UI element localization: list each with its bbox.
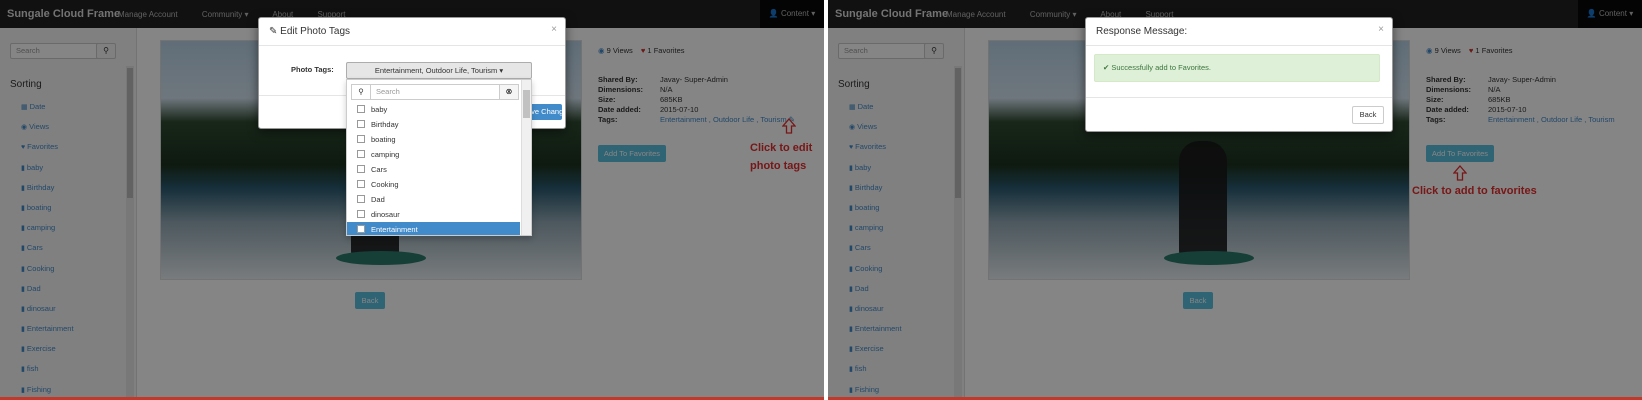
tag-search-input[interactable]: ⚲ Search bbox=[351, 84, 500, 100]
right-screenshot: Sungale Cloud Frame Manage Account Commu… bbox=[828, 0, 1642, 400]
modal-footer-divider bbox=[1086, 97, 1392, 98]
checkbox-checked[interactable] bbox=[357, 225, 365, 233]
tag-option[interactable]: Dad bbox=[347, 192, 520, 207]
dropdown-scrollbar[interactable] bbox=[521, 80, 531, 235]
left-screenshot: Sungale Cloud Frame Manage Account Commu… bbox=[0, 0, 824, 400]
checkbox[interactable] bbox=[357, 180, 365, 188]
checkbox[interactable] bbox=[357, 120, 365, 128]
checkbox[interactable] bbox=[357, 135, 365, 143]
tag-option[interactable]: Birthday bbox=[347, 117, 520, 132]
modal-back-button[interactable]: Back bbox=[1352, 106, 1384, 124]
search-icon: ⚲ bbox=[352, 85, 371, 99]
clear-icon: ⊗ bbox=[505, 87, 513, 96]
tag-option[interactable]: camping bbox=[347, 147, 520, 162]
edit-icon: ✎ bbox=[269, 26, 278, 37]
checkbox[interactable] bbox=[357, 210, 365, 218]
checkbox[interactable] bbox=[357, 150, 365, 158]
modal-divider bbox=[259, 45, 565, 46]
close-icon[interactable]: × bbox=[1378, 24, 1384, 35]
response-modal: Response Message: × ✔ Successfully add t… bbox=[1085, 17, 1393, 132]
modal-title: Response Message: bbox=[1096, 26, 1188, 37]
tag-options: baby Birthday boating camping Cars Cooki… bbox=[347, 102, 520, 235]
photo-tags-menu: ⚲ Search ⊗ baby Birthday boating camping … bbox=[346, 79, 532, 236]
photo-tags-dropdown[interactable]: Entertainment, Outdoor Life, Tourism ▾ bbox=[346, 62, 532, 79]
checkbox[interactable] bbox=[357, 195, 365, 203]
clear-search-button[interactable]: ⊗ bbox=[499, 84, 519, 100]
tag-option-selected[interactable]: Entertainment bbox=[347, 222, 520, 235]
modal-divider bbox=[1086, 45, 1392, 46]
tag-option[interactable]: boating bbox=[347, 132, 520, 147]
photo-tags-label: Photo Tags: bbox=[291, 65, 334, 74]
checkbox[interactable] bbox=[357, 165, 365, 173]
tag-option[interactable]: Cooking bbox=[347, 177, 520, 192]
scrollbar-thumb[interactable] bbox=[523, 90, 530, 118]
tag-option[interactable]: Cars bbox=[347, 162, 520, 177]
checkbox[interactable] bbox=[357, 105, 365, 113]
tag-option[interactable]: dinosaur bbox=[347, 207, 520, 222]
tag-option[interactable]: baby bbox=[347, 102, 520, 117]
close-icon[interactable]: × bbox=[551, 24, 557, 35]
modal-title: ✎ Edit Photo Tags bbox=[269, 26, 351, 37]
success-alert: ✔ Successfully add to Favorites. bbox=[1094, 54, 1380, 82]
